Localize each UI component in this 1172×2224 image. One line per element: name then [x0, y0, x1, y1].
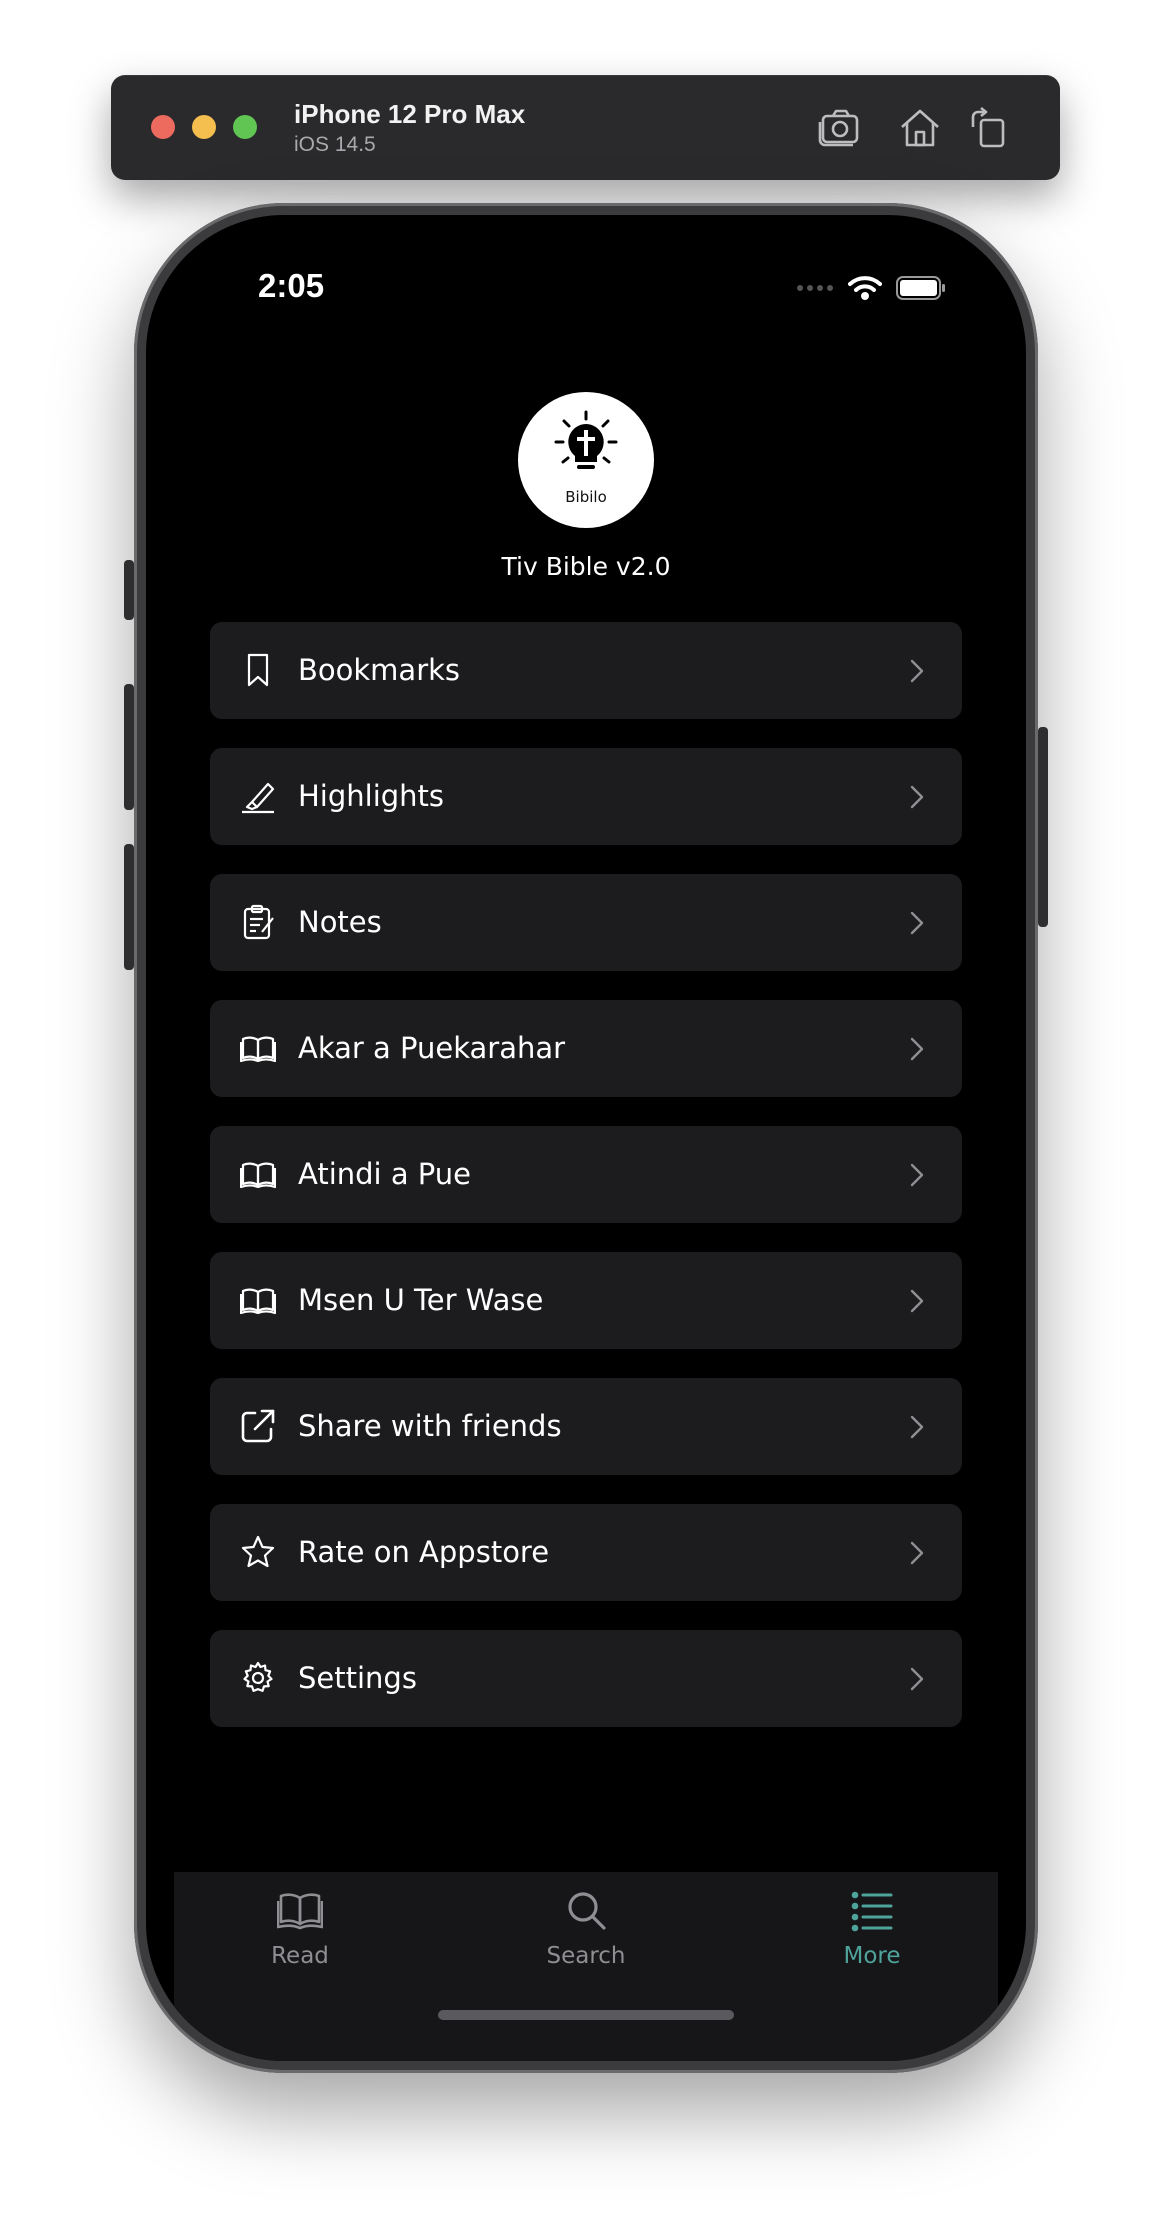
chevron-right-icon: [910, 659, 924, 683]
menu-item-bookmarks[interactable]: Bookmarks: [210, 622, 962, 719]
menu-item-label: Atindi a Pue: [298, 1157, 472, 1191]
menu-item-label: Notes: [298, 905, 382, 939]
menu-item-akar-a-puekarahar[interactable]: Akar a Puekarahar: [210, 1000, 962, 1097]
menu-item-label: Rate on Appstore: [298, 1535, 550, 1569]
star-icon: [240, 1534, 276, 1570]
more-menu: Bookmarks Highlights Notes Akar a Puekar…: [210, 622, 962, 1756]
screenshot-icon[interactable]: [818, 105, 864, 151]
book-icon: [239, 1030, 277, 1066]
wifi-icon: [848, 276, 882, 300]
status-time: 2:05: [258, 267, 325, 304]
chevron-right-icon: [910, 1037, 924, 1061]
tab-label: More: [843, 1943, 901, 1969]
chevron-right-icon: [910, 785, 924, 809]
menu-item-label: Share with friends: [298, 1409, 562, 1443]
share-icon: [240, 1408, 276, 1444]
device-name: iPhone 12 Pro Max: [294, 99, 526, 129]
rotate-icon[interactable]: [967, 105, 1013, 151]
chevron-right-icon: [910, 1667, 924, 1691]
app-logo: Bibilo: [518, 392, 654, 528]
menu-item-label: Settings: [298, 1661, 417, 1695]
chevron-right-icon: [910, 1163, 924, 1187]
phone-screen: 2:05 Bibilo Tiv Bible v2.0 Bookmarks Hig…: [146, 215, 1026, 2061]
logo-text: Bibilo: [565, 488, 607, 506]
search-icon: [568, 1892, 606, 1930]
tab-read[interactable]: Read: [230, 1887, 370, 1969]
tab-bar: Read Search More: [174, 1872, 998, 2061]
chevron-right-icon: [910, 1541, 924, 1565]
notes-icon: [240, 904, 276, 940]
home-indicator[interactable]: [438, 2010, 734, 2020]
volume-down-button: [124, 844, 134, 970]
highlighter-icon: [240, 778, 276, 814]
menu-item-highlights[interactable]: Highlights: [210, 748, 962, 845]
close-window-button[interactable]: [151, 115, 175, 139]
lightbulb-cross-icon: [554, 410, 618, 469]
tab-more[interactable]: More: [802, 1887, 942, 1969]
menu-item-label: Akar a Puekarahar: [298, 1031, 566, 1065]
battery-icon: [896, 276, 945, 300]
tab-label: Read: [271, 1943, 329, 1969]
list-icon: [851, 1891, 893, 1932]
menu-item-label: Bookmarks: [298, 653, 461, 687]
menu-item-settings[interactable]: Settings: [210, 1630, 962, 1727]
zoom-window-button[interactable]: [233, 115, 257, 139]
menu-item-share-with-friends[interactable]: Share with friends: [210, 1378, 962, 1475]
app-version: Tiv Bible v2.0: [501, 552, 671, 581]
chevron-right-icon: [910, 1415, 924, 1439]
bookmark-icon: [240, 652, 276, 688]
home-icon[interactable]: [897, 105, 943, 151]
gear-icon: [240, 1660, 276, 1696]
menu-item-label: Highlights: [298, 779, 445, 813]
power-button: [1038, 727, 1048, 927]
book-icon: [239, 1156, 277, 1192]
chevron-right-icon: [910, 1289, 924, 1313]
menu-item-notes[interactable]: Notes: [210, 874, 962, 971]
mute-switch: [124, 560, 134, 620]
menu-item-rate-on-appstore[interactable]: Rate on Appstore: [210, 1504, 962, 1601]
status-icons: [796, 273, 946, 303]
menu-item-label: Msen U Ter Wase: [298, 1283, 544, 1317]
volume-up-button: [124, 684, 134, 810]
minimize-window-button[interactable]: [192, 115, 216, 139]
tab-search[interactable]: Search: [516, 1887, 656, 1969]
chevron-right-icon: [910, 911, 924, 935]
book-icon: [239, 1282, 277, 1318]
simulator-stage: iPhone 12 Pro Max iOS 14.5 2:05 Bibilo T…: [0, 0, 1172, 2224]
menu-item-msen-u-ter-wase[interactable]: Msen U Ter Wase: [210, 1252, 962, 1349]
tab-label: Search: [546, 1943, 626, 1969]
book-icon: [277, 1893, 323, 1930]
os-version: iOS 14.5: [294, 133, 376, 156]
menu-item-atindi-a-pue[interactable]: Atindi a Pue: [210, 1126, 962, 1223]
signal-dots-icon: [797, 285, 833, 291]
simulator-toolbar: iPhone 12 Pro Max iOS 14.5: [111, 75, 1060, 180]
